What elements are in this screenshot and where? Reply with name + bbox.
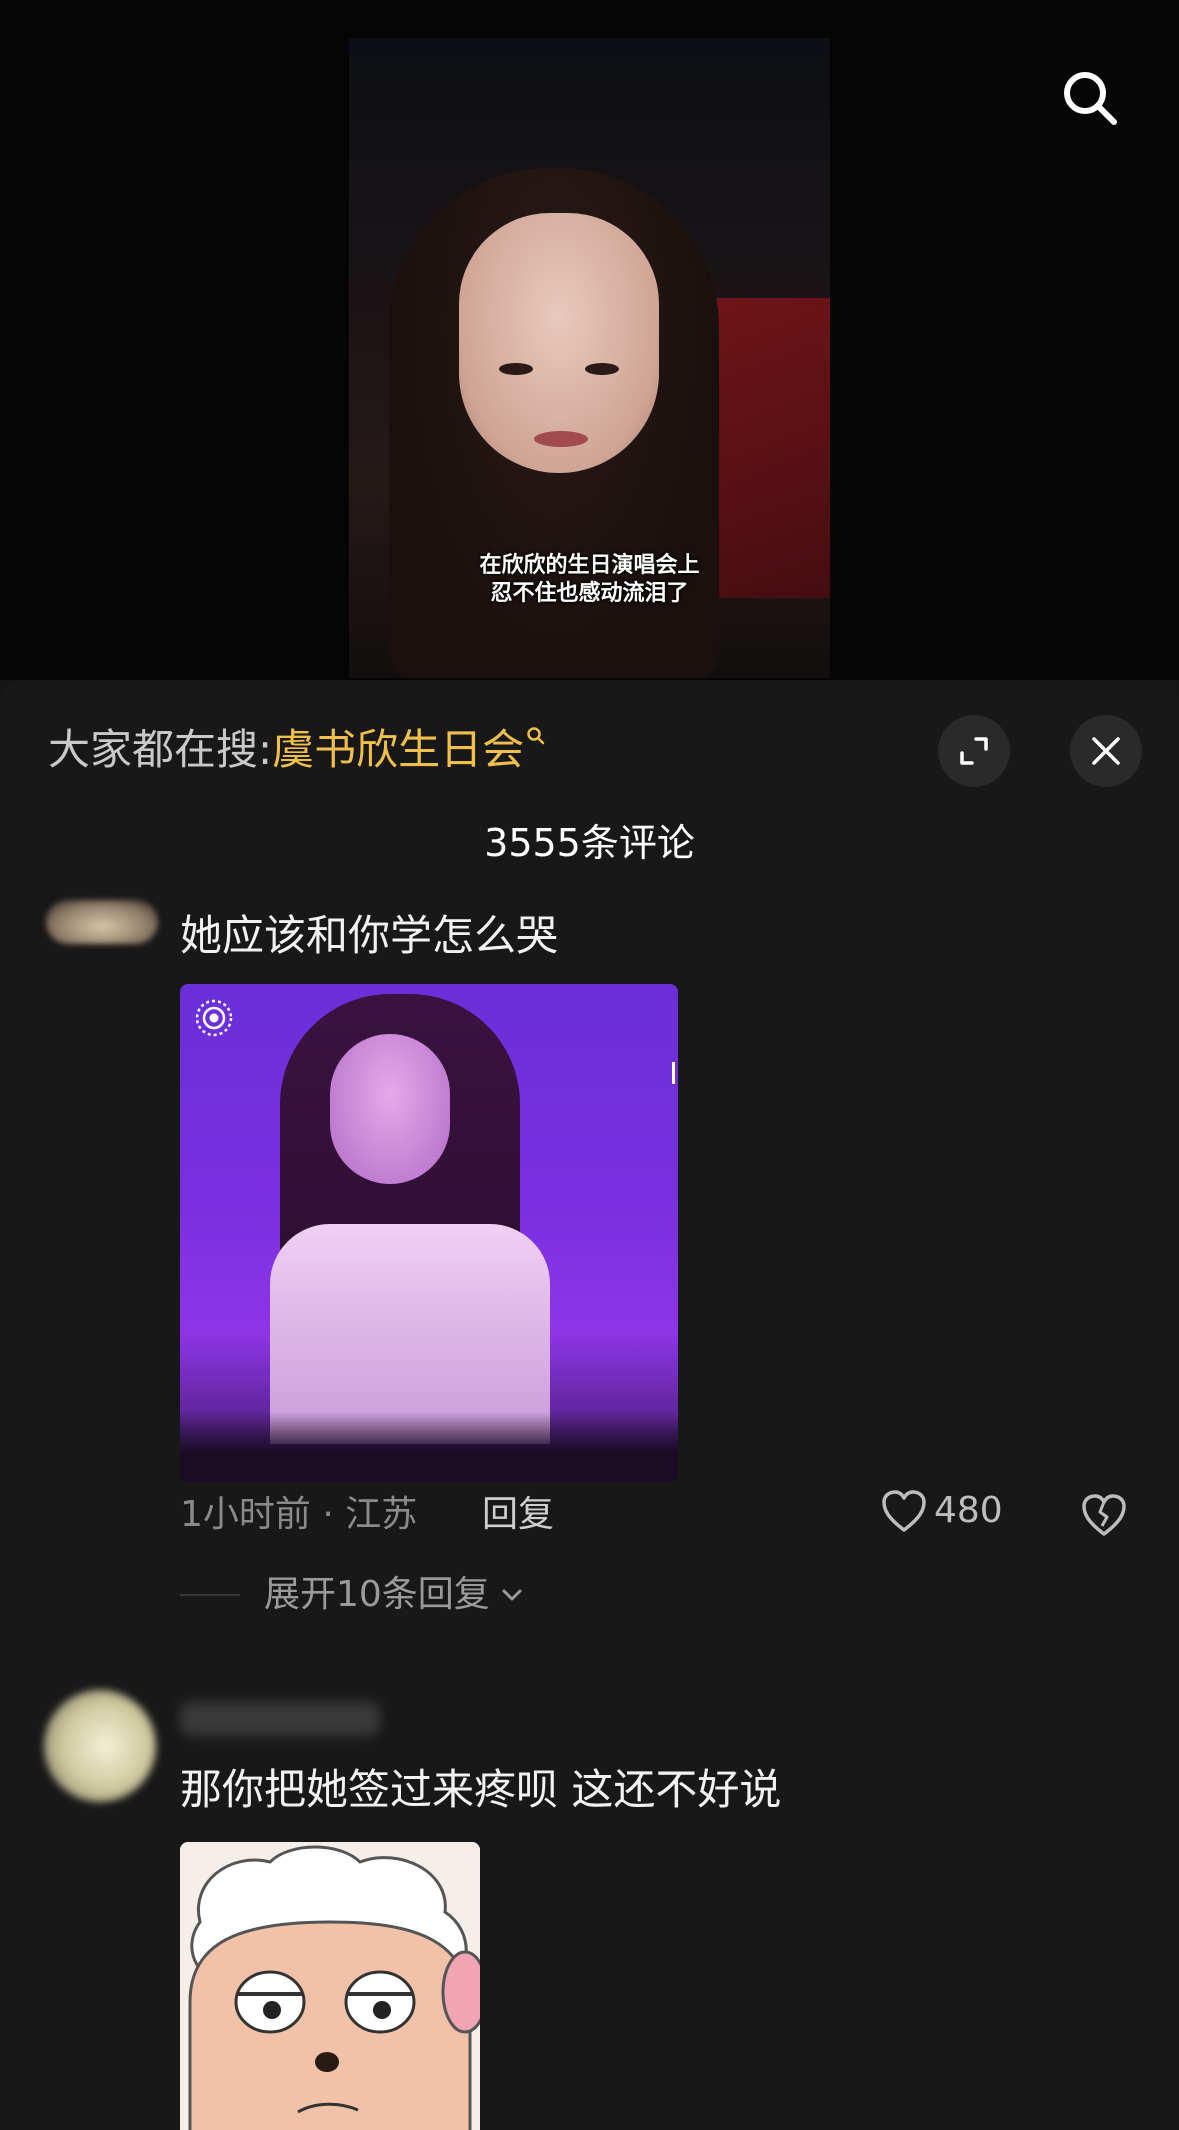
expand-replies-label: 展开10条回复 — [264, 1574, 490, 1615]
comment-count-title: 3555条评论 — [484, 821, 695, 865]
search-icon — [1064, 72, 1117, 125]
hot-search-prefix: 大家都在搜: — [48, 725, 273, 774]
video-player[interactable]: 在欣欣的生日演唱会上 忍不住也感动流泪了 — [0, 0, 1179, 680]
hot-search-keyword[interactable]: 虞书欣生日会 — [272, 725, 524, 774]
expand-button[interactable] — [938, 715, 1010, 787]
comment-image-dress — [270, 1224, 550, 1444]
comment-avatar[interactable] — [46, 900, 158, 944]
comment-text: 她应该和你学怎么哭 — [180, 911, 559, 960]
search-button[interactable] — [1060, 68, 1120, 128]
comment-image-mark — [672, 1062, 675, 1084]
hot-search-magnifier-icon — [527, 727, 545, 745]
broken-heart-icon — [1082, 1494, 1126, 1536]
comment-time-location: 1小时前 · 江苏 — [180, 1494, 418, 1535]
video-person-eye-left — [499, 363, 533, 375]
comment-image-crowd — [180, 1412, 678, 1482]
expand-replies-divider — [180, 1594, 240, 1596]
video-person-eye-right — [585, 363, 619, 375]
chevron-down-icon — [502, 1589, 522, 1601]
comment-username-blurred[interactable] — [180, 1702, 380, 1736]
comments-sheet[interactable]: 大家都在搜:虞书欣生日会 3555条评论 她应该和你学怎么哭 1小时前 · 江苏… — [0, 680, 1179, 2130]
cartoon-sheep-sticker — [180, 1842, 480, 2130]
video-person-lips — [534, 431, 588, 447]
expand-replies-button[interactable]: 展开10条回复 — [180, 1572, 526, 1618]
comment-text: 那你把她签过来疼呗 这还不好说 — [180, 1765, 782, 1814]
heart-icon — [882, 1490, 926, 1532]
reply-button[interactable]: 回复 — [482, 1492, 554, 1538]
comment-image-face — [330, 1034, 450, 1184]
comment-avatar[interactable] — [44, 1690, 156, 1802]
close-button[interactable] — [1070, 715, 1142, 787]
live-photo-icon — [195, 999, 233, 1037]
close-icon — [1092, 737, 1120, 765]
expand-icon — [960, 737, 988, 765]
comment-image[interactable] — [180, 984, 678, 1482]
video-person-face — [459, 213, 659, 473]
comment-sticker-image[interactable] — [180, 1842, 480, 2130]
like-count: 480 — [934, 1490, 1003, 1531]
video-caption-line2: 忍不住也感动流泪了 — [490, 581, 689, 606]
video-caption: 在欣欣的生日演唱会上 忍不住也感动流泪了 — [0, 552, 1179, 608]
video-caption-line1: 在欣欣的生日演唱会上 — [479, 553, 700, 578]
hot-search-bar[interactable]: 大家都在搜:虞书欣生日会 — [48, 724, 546, 776]
dislike-button[interactable] — [1080, 1492, 1128, 1542]
like-button[interactable]: 480 — [880, 1488, 1003, 1534]
